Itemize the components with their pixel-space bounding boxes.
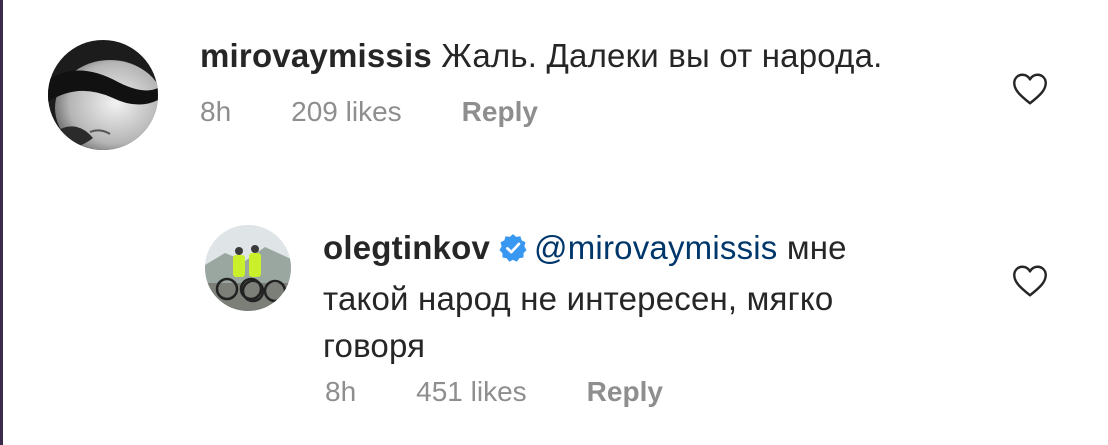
- comment-username[interactable]: mirovaymissis: [200, 37, 432, 74]
- reply-button[interactable]: Reply: [587, 376, 663, 408]
- comment-like-count[interactable]: 209 likes: [291, 96, 402, 128]
- left-edge-divider: [0, 0, 3, 445]
- heart-icon: [1013, 73, 1047, 105]
- heart-icon: [1013, 265, 1047, 297]
- comment-body-line3: говоря: [323, 327, 426, 364]
- comment-meta: 8h 451 likes Reply: [325, 376, 663, 408]
- like-button[interactable]: [1012, 264, 1048, 303]
- reply-button[interactable]: Reply: [462, 96, 538, 128]
- comment-username[interactable]: olegtinkov: [323, 229, 490, 266]
- comment-body-line1: мне: [786, 229, 847, 266]
- comment-text: olegtinkov @mirovaymissis мне такой наро…: [323, 224, 983, 369]
- avatar-photo-cyclists: [205, 225, 291, 311]
- verified-badge-icon: [498, 228, 528, 275]
- comment-timestamp[interactable]: 8h: [325, 376, 356, 408]
- comment-body-line2: такой народ не интересен, мягко: [323, 280, 834, 317]
- comment-like-count[interactable]: 451 likes: [416, 376, 527, 408]
- comment-text: mirovaymissis Жаль. Далеки вы от народа.: [200, 32, 883, 79]
- comment-meta: 8h 209 likes Reply: [200, 96, 538, 128]
- mention-link[interactable]: @mirovaymissis: [534, 229, 777, 266]
- comment-body: Жаль. Далеки вы от народа.: [441, 37, 883, 74]
- comment-timestamp[interactable]: 8h: [200, 96, 231, 128]
- avatar-photo-face: [48, 40, 158, 150]
- like-button[interactable]: [1012, 72, 1048, 111]
- commenter-avatar[interactable]: [48, 40, 158, 150]
- commenter-avatar[interactable]: [205, 225, 291, 311]
